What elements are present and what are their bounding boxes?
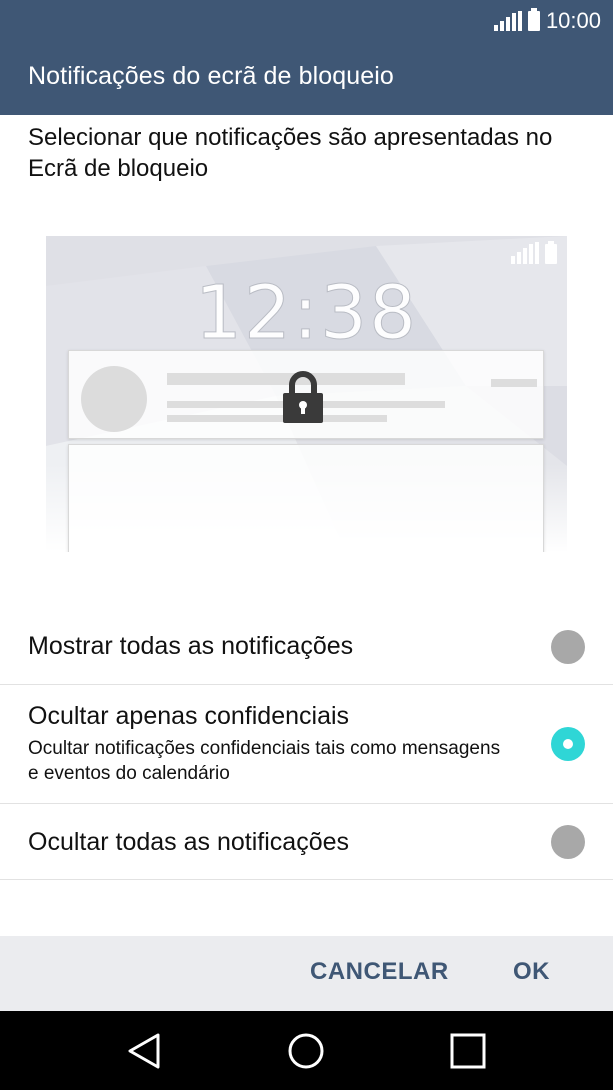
recents-icon[interactable] [448, 1031, 488, 1071]
option-sublabel: Ocultar notificações confidenciais tais … [28, 738, 501, 784]
option-show-all[interactable]: Mostrar todas as notificações [0, 605, 613, 685]
preview-line [167, 415, 387, 422]
option-label: Ocultar apenas confidenciais [28, 702, 350, 730]
option-hide-confidential[interactable]: Ocultar apenas confidenciais Ocultar not… [0, 685, 613, 804]
radio-button[interactable] [551, 825, 585, 859]
ok-button[interactable]: OK [513, 958, 550, 986]
radio-button[interactable] [551, 630, 585, 664]
cancel-button[interactable]: CANCELAR [310, 958, 449, 986]
option-label: Mostrar todas as notificações [28, 632, 354, 660]
status-icons: 10:00 [493, 0, 601, 42]
app-bar: Notificações do ecrã de bloqueio [0, 42, 613, 115]
option-hide-all[interactable]: Ocultar todas as notificações [0, 804, 613, 880]
preview-status-icons [511, 241, 557, 264]
battery-icon [527, 8, 540, 31]
lock-icon [283, 371, 323, 423]
preview-line [491, 379, 537, 387]
option-label: Ocultar todas as notificações [28, 828, 349, 856]
preview-avatar [81, 366, 147, 432]
home-icon[interactable] [286, 1031, 326, 1071]
preview-notification-card [68, 350, 544, 439]
status-time: 10:00 [545, 8, 601, 33]
status-bar: 10:00 [0, 0, 613, 42]
navigation-bar [0, 1011, 613, 1090]
preview-notification-card-2 [68, 444, 544, 552]
dialog-actions: CANCELAR OK [0, 936, 613, 1011]
lockscreen-preview: 12:38 [46, 236, 567, 552]
preview-battery-icon [545, 241, 557, 264]
radio-button-selected[interactable] [551, 727, 585, 761]
back-icon[interactable] [124, 1031, 164, 1071]
description-text: Selecionar que notificações são apresent… [28, 124, 553, 182]
signal-icon [493, 11, 522, 31]
preview-clock: 12:38 [194, 270, 419, 357]
page-title: Notificações do ecrã de bloqueio [28, 62, 394, 90]
preview-signal-icon [511, 242, 539, 264]
